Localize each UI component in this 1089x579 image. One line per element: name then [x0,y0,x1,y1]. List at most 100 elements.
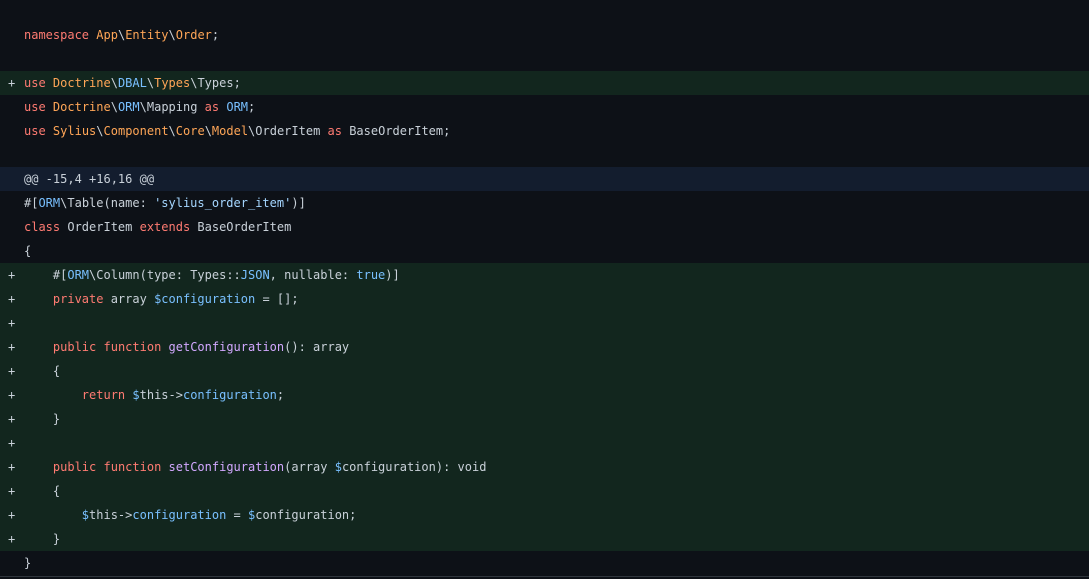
code-token: Entity [125,28,169,42]
code-token: App [96,28,118,42]
code-token: \OrderItem [248,124,328,138]
diff-line-added: + } [0,527,1089,551]
code-token: Doctrine [52,76,111,90]
diff-line-context: #[ORM\Table(name: 'sylius_order_item')] [0,191,1089,215]
diff-marker: + [8,340,16,354]
diff-line-context [0,47,1089,71]
code-token: #[ [24,268,68,282]
code-line: use Sylius\Component\Core\Model\OrderIte… [24,119,450,143]
code-token: } [24,556,32,570]
code-token: ; [276,388,285,402]
code-token: 'sylius_order_item' [154,196,292,210]
code-token: (array [284,460,335,474]
code-line: { [24,239,31,263]
code-line: use Doctrine\ORM\Mapping as ORM; [24,95,255,119]
diff-line-context: } [0,551,1089,575]
code-token: ORM [226,100,249,114]
code-token: \Types; [190,76,241,90]
code-line: $this->configuration = $configuration; [24,503,357,527]
code-token: function [103,460,162,474]
diff-line-added: + public function setConfiguration(array… [0,455,1089,479]
diff-marker: + [8,292,16,306]
code-token: DBAL [117,76,147,90]
code-token: , nullable: [269,268,357,282]
code-token: Model [211,124,249,138]
code-token: class [24,220,61,234]
code-token: \ [110,100,118,114]
diff-line-added: + #[ORM\Column(type: Types::JSON, nullab… [0,263,1089,287]
code-token: $ [132,388,140,402]
code-token: Core [175,124,205,138]
diff-marker: + [8,388,16,402]
code-token: )] [385,268,400,282]
code-token: JSON [240,268,270,282]
code-token: ORM [67,268,90,282]
code-token: Sylius [52,124,97,138]
diff-marker: + [8,364,16,378]
code-token: extends [139,220,191,234]
code-token: function [103,340,162,354]
code-token: setConfiguration [168,460,285,474]
code-token: Doctrine [52,100,111,114]
code-line: private array $configuration = []; [24,287,299,311]
diff-line-context: { [0,239,1089,263]
code-token: return [81,388,126,402]
diff-line-added: + [0,431,1089,455]
code-line: public function getConfiguration(): arra… [24,335,349,359]
code-token: \Table(name: [60,196,155,210]
code-token: OrderItem [60,220,140,234]
code-token: private [52,292,104,306]
code-token: true [356,268,386,282]
code-token: public [52,460,97,474]
code-token: } [24,532,61,546]
code-token: this-> [89,508,133,522]
code-line: public function setConfiguration(array $… [24,455,487,479]
code-line: { [24,479,60,503]
code-token: array [103,292,155,306]
code-token: configuration [182,388,277,402]
code-token: (): array [284,340,350,354]
diff-marker: + [8,268,16,282]
code-line: } [24,407,60,431]
diff-marker: + [8,508,16,522]
diff-line-context: namespace App\Entity\Order; [0,23,1089,47]
code-token: getConfiguration [168,340,285,354]
diff-line-context: use Sylius\Component\Core\Model\OrderIte… [0,119,1089,143]
code-token: as [327,124,342,138]
diff-line-added: + use Doctrine\DBAL\Types\Types; [0,71,1089,95]
code-token: Types [154,76,191,90]
diff-line-added: + { [0,479,1089,503]
code-token: this-> [139,388,183,402]
code-token: \ [168,124,176,138]
code-token: BaseOrderItem; [341,124,451,138]
code-token: as [204,100,220,114]
code-line: use Doctrine\DBAL\Types\Types; [24,71,241,95]
code-line: class OrderItem extends BaseOrderItem [24,215,291,239]
code-token: @@ -15,4 +16,16 @@ [24,172,155,186]
code-token: configuration [132,508,227,522]
diff-line-added: + $this->configuration = $configuration; [0,503,1089,527]
code-line: #[ORM\Column(type: Types::JSON, nullable… [24,263,400,287]
code-token: \Mapping [139,100,205,114]
code-token: \ [96,124,104,138]
code-token: ORM [117,100,140,114]
diff-line-added: + private array $configuration = []; [0,287,1089,311]
code-token: { [24,484,61,498]
diff-line-context [0,143,1089,167]
code-token: $configuration [154,292,256,306]
code-line: } [24,551,31,575]
code-token: Order [175,28,212,42]
code-token: \Column(type: Types:: [89,268,241,282]
code-token: } [24,412,61,426]
code-token: namespace [24,28,90,42]
code-token: configuration; [255,508,357,522]
code-token: { [24,244,32,258]
